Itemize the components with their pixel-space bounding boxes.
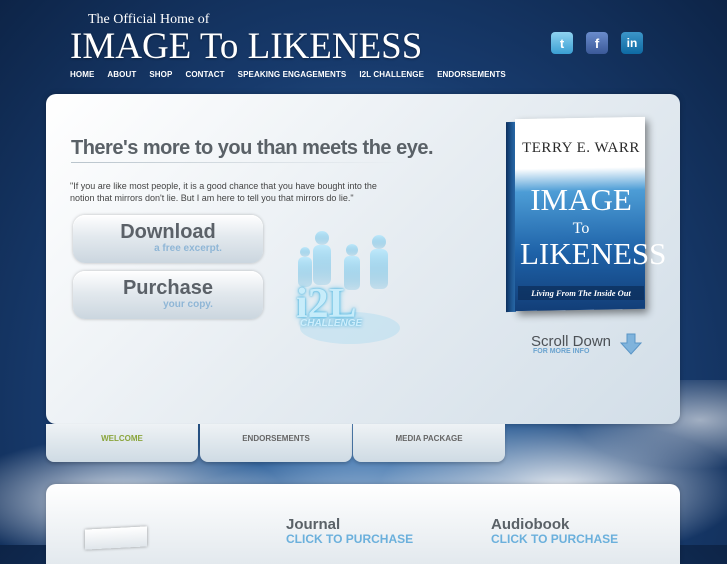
facebook-icon[interactable]: f [586, 32, 608, 54]
nav-contact[interactable]: CONTACT [185, 70, 224, 79]
headline-divider [71, 162, 401, 163]
download-sublabel: a free excerpt. [154, 243, 222, 254]
audiobook-title: Audiobook [491, 516, 570, 533]
linkedin-icon[interactable]: in [621, 32, 643, 54]
tab-media-package[interactable]: MEDIA PACKAGE [353, 424, 505, 462]
hero-quote: "If you are like most people, it is a go… [70, 181, 377, 203]
book-subtitle: Living From The Inside Out [518, 286, 644, 300]
i2l-logo-challenge: CHALLENGE [300, 318, 363, 329]
journal-purchase-link[interactable]: CLICK TO PURCHASE [286, 532, 413, 546]
main-nav: HOME ABOUT SHOP CONTACT SPEAKING ENGAGEM… [70, 70, 519, 79]
audiobook-purchase-link[interactable]: CLICK TO PURCHASE [491, 532, 618, 546]
book-title-image: IMAGE [530, 182, 632, 217]
purchase-label: Purchase [122, 277, 214, 299]
products-panel [46, 484, 680, 564]
book-title-likeness: LIKENESS [520, 236, 667, 271]
site-title[interactable]: IMAGE To LIKENESS [70, 25, 422, 68]
hero-headline: There's more to you than meets the eye. [71, 137, 434, 159]
nav-endorsements[interactable]: ENDORSEMENTS [437, 70, 506, 79]
book-author: TERRY E. WARR [522, 140, 640, 156]
tab-endorsements[interactable]: ENDORSEMENTS [200, 424, 352, 462]
scroll-down-sublabel: FOR MORE INFO [533, 348, 590, 355]
journal-title: Journal [286, 516, 341, 533]
purchase-sublabel: your copy. [163, 299, 213, 310]
twitter-icon[interactable]: t [551, 32, 573, 54]
nav-home[interactable]: HOME [70, 70, 94, 79]
download-label: Download [120, 221, 216, 243]
download-button[interactable]: Download a free excerpt. [73, 215, 263, 263]
nav-speaking-engagements[interactable]: SPEAKING ENGAGEMENTS [238, 70, 347, 79]
purchase-button[interactable]: Purchase your copy. [73, 271, 263, 319]
nav-i2l-challenge[interactable]: I2L CHALLENGE [359, 70, 424, 79]
nav-shop[interactable]: SHOP [149, 70, 172, 79]
journal-thumbnail[interactable] [85, 526, 147, 550]
tab-welcome[interactable]: WELCOME [46, 424, 198, 462]
nav-about[interactable]: ABOUT [107, 70, 136, 79]
arrow-down-icon[interactable] [620, 333, 642, 355]
